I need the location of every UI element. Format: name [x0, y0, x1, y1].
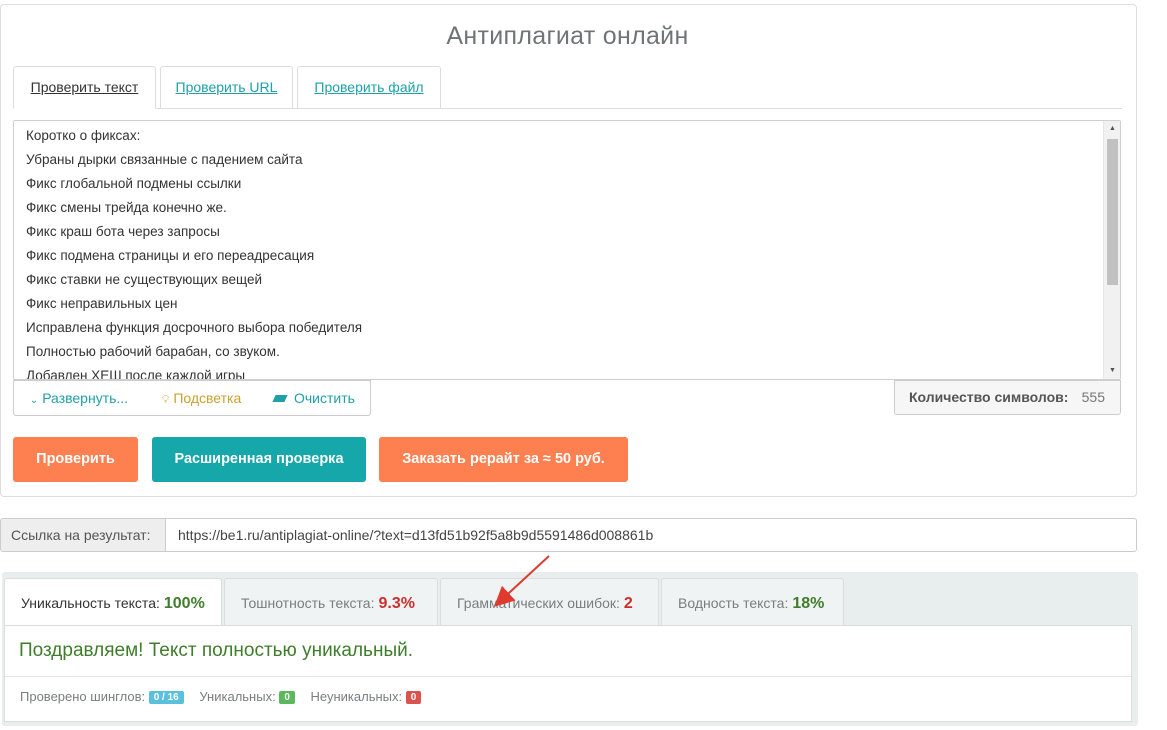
shingles-badge: 0 / 16	[148, 691, 184, 704]
char-counter: Количество символов: 555	[894, 380, 1121, 415]
scrollbar-thumb[interactable]	[1107, 139, 1118, 285]
text-line: Коротко о фиксах:	[26, 128, 141, 143]
chevron-down-icon: ⌄	[29, 395, 39, 406]
scroll-down-arrow-icon[interactable]: ▼	[1104, 363, 1120, 379]
text-line: Фикс неправильных цен	[26, 296, 178, 311]
check-button[interactable]: Проверить	[13, 437, 138, 482]
scroll-up-arrow-icon[interactable]: ▲	[1104, 121, 1120, 137]
nausea-value: 9.3%	[378, 595, 415, 612]
text-line: Добавлен ХЕШ после каждой игры	[26, 368, 246, 380]
order-rewrite-button[interactable]: Заказать рерайт за ≈ 50 руб.	[379, 437, 628, 482]
text-line: Фикс краш бота через запросы	[26, 224, 220, 239]
text-line: Фикс смены трейда конечно же.	[26, 200, 227, 215]
text-line: Фикс глобальной подмены ссылки	[26, 176, 242, 191]
wateriness-label: Водность текста:	[678, 595, 789, 611]
result-link-label: Ссылка на результат:	[0, 518, 166, 552]
eraser-icon	[272, 395, 288, 402]
wateriness-value: 18%	[792, 595, 825, 612]
char-count-label: Количество символов:	[909, 389, 1069, 405]
nonunique-label: Неуникальных:	[310, 689, 403, 704]
unique-label: Уникальных:	[199, 689, 276, 704]
result-link-field[interactable]: https://be1.ru/antiplagiat-online/?text=…	[166, 518, 1137, 552]
extended-check-button[interactable]: Расширенная проверка	[152, 437, 366, 482]
shingles-label: Проверено шинглов:	[20, 689, 146, 704]
highlight-label: Подсветка	[173, 390, 242, 406]
check-mode-tabs: Проверить текст Проверить URL Проверить …	[13, 66, 1122, 109]
clear-button[interactable]: Очистить	[259, 380, 371, 416]
nausea-label: Тошнотность текста:	[241, 595, 375, 611]
result-divider	[5, 676, 1131, 677]
highlight-button[interactable]: 💡︎ Подсветка	[144, 380, 260, 416]
nonunique-badge: 0	[405, 691, 422, 704]
text-line: Полностью рабочий барабан, со звуком.	[26, 344, 280, 359]
tab-wateriness[interactable]: Водность текста: 18%	[661, 578, 844, 626]
results-panel: Уникальность текста: 100% Тошнотность тек…	[2, 572, 1138, 726]
text-input-content: Коротко о фиксах: Убраны дырки связанные …	[26, 125, 1100, 380]
grammar-errors-value: 2	[623, 595, 633, 612]
uniqueness-value: 100%	[163, 595, 205, 612]
lightbulb-icon: 💡︎	[161, 394, 170, 406]
uniqueness-label: Уникальность текста:	[21, 595, 160, 611]
text-line: Исправлена функция досрочного выбора поб…	[26, 320, 363, 335]
char-count-value: 555	[1081, 389, 1105, 405]
tab-check-file[interactable]: Проверить файл	[297, 66, 441, 109]
tab-uniqueness[interactable]: Уникальность текста: 100%	[4, 578, 222, 626]
tab-check-text[interactable]: Проверить текст	[13, 66, 156, 109]
text-line: Фикс ставки не существующих вещей	[26, 272, 263, 287]
text-line: Фикс подмена страницы и его переадресаци…	[26, 248, 315, 263]
shingle-stats: Проверено шинглов: 0 / 16 Уникальных: 0 …	[20, 689, 433, 704]
tab-check-url[interactable]: Проверить URL	[160, 66, 293, 109]
vertical-scrollbar[interactable]: ▲ ▼	[1103, 121, 1120, 379]
tab-nausea[interactable]: Тошнотность текста: 9.3%	[224, 578, 438, 626]
result-link-row: Ссылка на результат: https://be1.ru/anti…	[0, 518, 1137, 552]
clear-label: Очистить	[293, 390, 355, 406]
result-content: Поздравляем! Текст полностью уникальный.…	[4, 625, 1132, 722]
text-input-area[interactable]: Коротко о фиксах: Убраны дырки связанные …	[13, 120, 1121, 380]
expand-label: Развернуть...	[42, 390, 129, 406]
result-message: Поздравляем! Текст полностью уникальный.	[19, 640, 413, 661]
page-title: Антиплагиат онлайн	[446, 22, 689, 50]
grammar-errors-label: Грамматических ошибок:	[457, 595, 620, 611]
expand-button[interactable]: ⌄ Развернуть...	[13, 380, 145, 416]
text-line: Убраны дырки связанные с падением сайта	[26, 152, 303, 167]
tab-grammar-errors[interactable]: Грамматических ошибок: 2	[440, 578, 659, 626]
unique-badge: 0	[279, 691, 295, 704]
